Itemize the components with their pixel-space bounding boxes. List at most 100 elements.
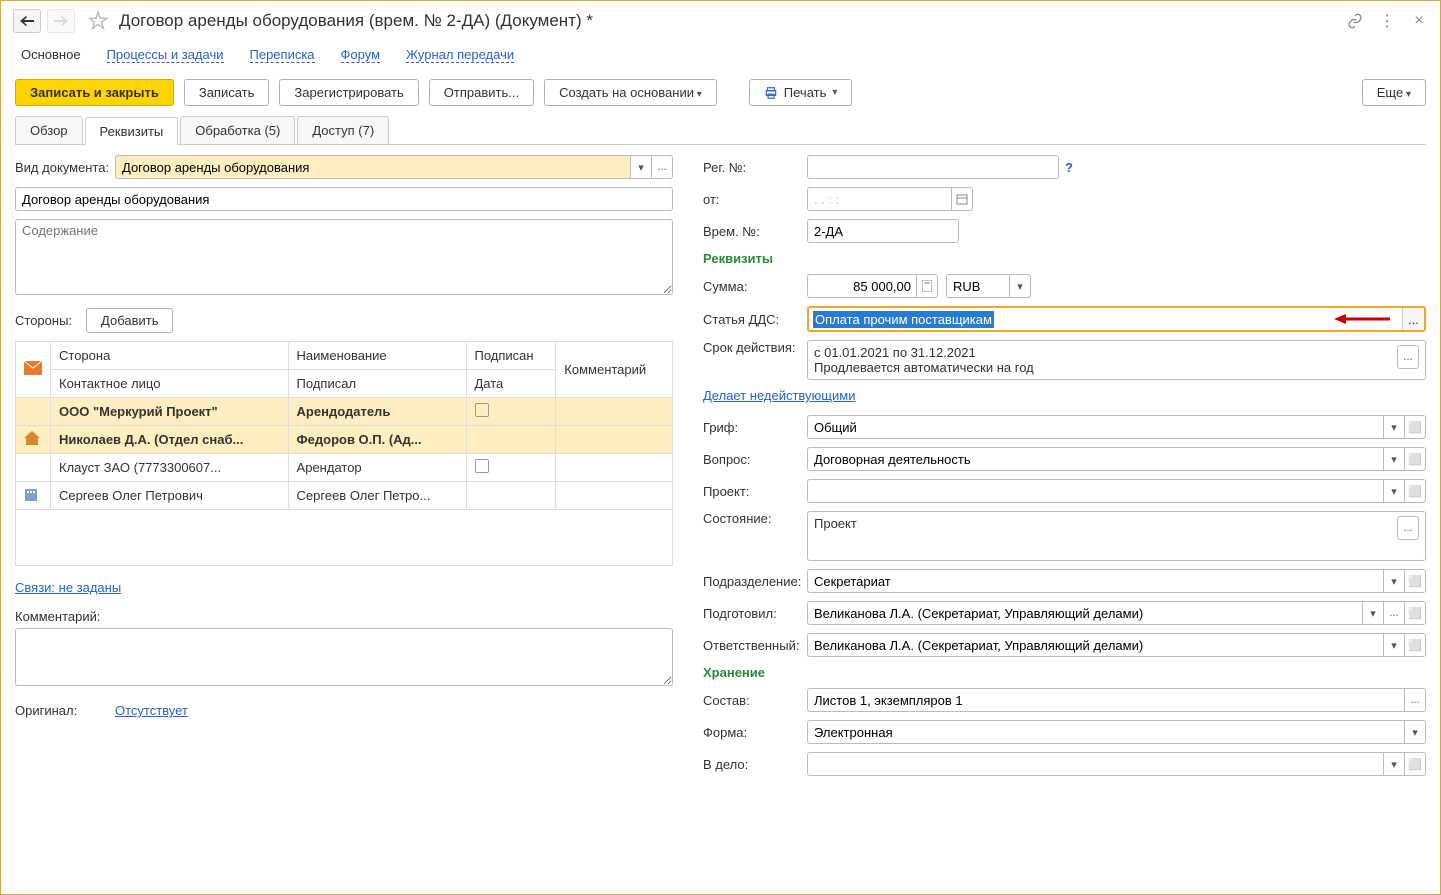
dept-input[interactable]: [807, 569, 1384, 593]
tab-overview[interactable]: Обзор: [15, 116, 83, 144]
to-case-label: В дело:: [703, 757, 807, 772]
nav-forward-button[interactable]: [47, 9, 75, 33]
duration-line2: Продлевается автоматически на год: [814, 360, 1397, 375]
duration-label: Срок действия:: [703, 340, 807, 355]
nav-journal[interactable]: Журнал передачи: [406, 47, 514, 63]
prepared-dropdown[interactable]: ▾: [1362, 601, 1384, 625]
dds-field[interactable]: Оплата прочим поставщикам ...: [807, 306, 1426, 332]
doc-type-select[interactable]: ...: [651, 155, 673, 179]
to-case-open[interactable]: ⬜: [1404, 752, 1426, 776]
nav-processes[interactable]: Процессы и задачи: [107, 47, 224, 63]
print-button[interactable]: Печать: [749, 79, 853, 106]
grif-dropdown[interactable]: ▾: [1383, 415, 1405, 439]
more-button[interactable]: Еще: [1362, 79, 1426, 106]
nav-mail[interactable]: Переписка: [250, 47, 315, 63]
duration-select[interactable]: ...: [1397, 345, 1419, 369]
nav-main[interactable]: Основное: [21, 47, 81, 63]
prepared-input[interactable]: [807, 601, 1363, 625]
state-value[interactable]: Проект: [814, 516, 1397, 556]
house-icon: [24, 431, 40, 445]
save-button[interactable]: Записать: [184, 79, 270, 106]
sum-input[interactable]: [807, 274, 917, 298]
state-select[interactable]: ...: [1397, 516, 1419, 540]
table-row[interactable]: ООО "Меркурий Проект" Арендодатель: [16, 398, 673, 426]
comment-textarea[interactable]: [15, 628, 673, 686]
help-icon[interactable]: ?: [1065, 160, 1073, 175]
requisites-section-head: Реквизиты: [703, 251, 1426, 266]
prepared-select[interactable]: ...: [1383, 601, 1405, 625]
original-link[interactable]: Отсутствует: [115, 703, 188, 718]
responsible-input[interactable]: [807, 633, 1384, 657]
favorite-star-icon[interactable]: [87, 10, 109, 32]
calendar-button[interactable]: [951, 187, 973, 211]
table-row[interactable]: Николаев Д.А. (Отдел снаб... Федоров О.П…: [16, 426, 673, 454]
makes-void-link[interactable]: Делает недействующими: [703, 388, 855, 403]
col-name[interactable]: Наименование: [288, 342, 466, 370]
to-case-input[interactable]: [807, 752, 1384, 776]
question-dropdown[interactable]: ▾: [1383, 447, 1405, 471]
project-open[interactable]: ⬜: [1404, 479, 1426, 503]
add-party-button[interactable]: Добавить: [86, 308, 173, 333]
dept-open[interactable]: ⬜: [1404, 569, 1426, 593]
project-dropdown[interactable]: ▾: [1383, 479, 1405, 503]
print-label: Печать: [784, 85, 827, 100]
form-input[interactable]: [807, 720, 1405, 744]
link-icon[interactable]: [1346, 12, 1364, 30]
print-icon: [764, 86, 778, 100]
nav-back-button[interactable]: [13, 9, 41, 33]
duration-line1: с 01.01.2021 по 31.12.2021: [814, 345, 1397, 360]
col-contact[interactable]: Контактное лицо: [51, 370, 289, 398]
col-signed[interactable]: Подписан: [466, 342, 556, 370]
doc-type-dropdown[interactable]: ▾: [630, 155, 652, 179]
responsible-open[interactable]: ⬜: [1404, 633, 1426, 657]
register-button[interactable]: Зарегистрировать: [279, 79, 418, 106]
from-date-input[interactable]: [807, 187, 952, 211]
close-icon[interactable]: ×: [1410, 12, 1428, 30]
question-open[interactable]: ⬜: [1404, 447, 1426, 471]
form-label: Форма:: [703, 725, 807, 740]
responsible-dropdown[interactable]: ▾: [1383, 633, 1405, 657]
col-date[interactable]: Дата: [466, 370, 556, 398]
table-row[interactable]: Сергеев Олег Петрович Сергеев Олег Петро…: [16, 482, 673, 510]
col-comment[interactable]: Комментарий: [556, 342, 673, 398]
calculator-button[interactable]: [916, 274, 938, 298]
storage-section-head: Хранение: [703, 665, 1426, 680]
reg-no-input[interactable]: [807, 155, 1059, 179]
responsible-label: Ответственный:: [703, 638, 807, 653]
tab-access[interactable]: Доступ (7): [297, 116, 389, 144]
tab-requisites[interactable]: Реквизиты: [85, 117, 179, 145]
doc-type-label: Вид документа:: [15, 160, 115, 175]
checkbox-signed[interactable]: [475, 459, 489, 473]
to-case-dropdown[interactable]: ▾: [1383, 752, 1405, 776]
grif-input[interactable]: [807, 415, 1384, 439]
composition-select[interactable]: ...: [1404, 688, 1426, 712]
col-signed-by[interactable]: Подписал: [288, 370, 466, 398]
checkbox-signed[interactable]: [475, 403, 489, 417]
composition-input[interactable]: [807, 688, 1405, 712]
doc-name-input[interactable]: [15, 187, 673, 211]
tab-processing[interactable]: Обработка (5): [180, 116, 295, 144]
currency-dropdown[interactable]: ▾: [1009, 274, 1031, 298]
temp-no-input[interactable]: [807, 219, 959, 243]
question-input[interactable]: [807, 447, 1384, 471]
dept-dropdown[interactable]: ▾: [1383, 569, 1405, 593]
grif-open[interactable]: ⬜: [1404, 415, 1426, 439]
parties-table: Сторона Наименование Подписан Комментари…: [15, 341, 673, 566]
currency-input[interactable]: [946, 274, 1010, 298]
links-not-set[interactable]: Связи: не заданы: [15, 580, 121, 595]
doc-type-input[interactable]: [115, 155, 631, 179]
calendar-icon: [956, 193, 968, 205]
col-party[interactable]: Сторона: [51, 342, 289, 370]
create-based-button[interactable]: Создать на основании: [544, 79, 717, 106]
form-dropdown[interactable]: ▾: [1404, 720, 1426, 744]
more-vertical-icon[interactable]: ⋮: [1378, 12, 1396, 30]
save-close-button[interactable]: Записать и закрыть: [15, 79, 174, 106]
dds-select-button[interactable]: ...: [1402, 308, 1424, 330]
nav-forum[interactable]: Форум: [341, 47, 381, 63]
send-button[interactable]: Отправить...: [429, 79, 534, 106]
project-input[interactable]: [807, 479, 1384, 503]
content-textarea[interactable]: [15, 219, 673, 295]
question-label: Вопрос:: [703, 452, 807, 467]
prepared-open[interactable]: ⬜: [1404, 601, 1426, 625]
table-row[interactable]: Клауст ЗАО (7773300607... Арендатор: [16, 454, 673, 482]
